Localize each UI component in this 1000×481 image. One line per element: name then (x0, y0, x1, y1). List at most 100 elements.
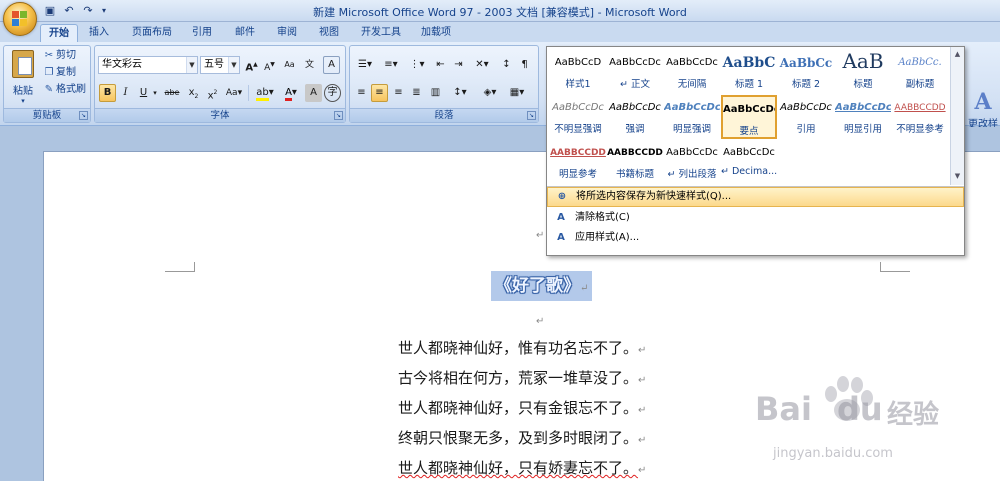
style-item[interactable]: AaBbCc 标题 2 (778, 50, 834, 94)
chevron-down-icon[interactable]: ▾ (150, 84, 160, 102)
style-item[interactable]: AaBbCcDc ↵ 正文 (607, 50, 663, 94)
align-center-icon[interactable]: ≡ (371, 84, 388, 102)
paste-button[interactable]: 粘贴 ▾ (8, 48, 38, 106)
tab-addins[interactable]: 加载项 (414, 24, 458, 42)
style-item-selected[interactable]: AaBbCcDc 要点 (721, 95, 777, 139)
style-name: 样式1 (565, 79, 591, 90)
tab-view[interactable]: 视图 (312, 24, 346, 42)
poem-line-text: 世人都晓神仙好，惟有功名忘不了。 (398, 339, 639, 357)
grow-font-icon[interactable]: A▲ (243, 56, 260, 74)
style-item[interactable]: AABBCCDD 书籍标题 (607, 140, 663, 184)
sort-icon[interactable]: ↕ (498, 56, 515, 74)
style-name: 不明显强调 (554, 124, 602, 135)
strikethrough-icon[interactable]: abe (162, 84, 182, 102)
paragraph-mark: ↵ (536, 316, 545, 327)
subscript-icon[interactable]: x2 (185, 84, 202, 102)
poem-line[interactable]: 古今将相在何方，荒冢一堆草没了。↵ (398, 367, 646, 388)
style-item[interactable]: AaBbCcD 样式1 (550, 50, 606, 94)
style-item[interactable]: AaBbCcDc 明显强调 (664, 95, 720, 139)
save-quick-style-menu-item[interactable]: ⊕ 将所选内容保存为新快速样式(Q)... (547, 187, 964, 207)
style-preview: AABBCCDD (607, 148, 663, 158)
style-item[interactable]: AaBbC 标题 1 (721, 50, 777, 94)
cut-button[interactable]: ✂ 剪切 (42, 48, 76, 64)
justify-icon[interactable]: ≣ (408, 84, 425, 102)
decrease-indent-icon[interactable]: ⇤ (432, 56, 449, 74)
align-right-icon[interactable]: ≡ (390, 84, 407, 102)
poem-line[interactable]: 世人都晓神仙好，只有金银忘不了。↵ (398, 397, 646, 418)
font-name-combo[interactable]: 华文彩云 ▼ (98, 56, 198, 74)
paragraph-group-label: 段落 (350, 108, 538, 122)
bold-icon[interactable]: B (99, 84, 116, 102)
style-item[interactable]: AABBCCDD 不明显参考 (892, 95, 948, 139)
bullets-icon[interactable]: ☰▾ (353, 56, 377, 74)
poem-line[interactable]: 世人都晓神仙好，只有娇妻忘不了。↵ (398, 457, 646, 478)
paragraph-mark: ↵ (638, 405, 647, 416)
align-left-icon[interactable]: ≡ (353, 84, 370, 102)
superscript-icon[interactable]: x2 (204, 84, 221, 102)
copy-button[interactable]: ❐ 复制 (42, 65, 76, 81)
style-item[interactable]: AaBbCcDc 引用 (778, 95, 834, 139)
style-preview: AaBbCcDc (664, 102, 720, 113)
borders-icon[interactable]: ▦▾ (505, 84, 529, 102)
paragraph-mark: ↵ (638, 435, 647, 446)
enclose-characters-icon[interactable]: 字 (324, 84, 341, 102)
tab-developer[interactable]: 开发工具 (355, 24, 407, 42)
poem-line[interactable]: 终朝只恨聚无多，及到多时眼闭了。↵ (398, 427, 646, 448)
clipboard-launcher-icon[interactable]: ↘ (79, 111, 88, 120)
font-size-combo[interactable]: 五号 ▼ (200, 56, 240, 74)
tab-home[interactable]: 开始 (40, 24, 78, 42)
format-painter-button[interactable]: ✎ 格式刷 (42, 82, 86, 98)
poem-line-text: 古今将相在何方，荒冢一堆草没了。 (398, 369, 639, 387)
style-item[interactable]: AaBbCcDc ↵ 列出段落 (664, 140, 720, 184)
style-item[interactable]: AaBbCcDc 明显引用 (835, 95, 891, 139)
character-shading-icon[interactable]: A (305, 84, 322, 102)
style-preview: AaBbCcDc (666, 57, 718, 68)
style-item[interactable]: AaBbCcDc 强调 (607, 95, 663, 139)
show-marks-icon[interactable]: ¶ (516, 56, 533, 74)
style-item[interactable]: AaBbCc. 副标题 (892, 50, 948, 94)
office-button[interactable] (3, 2, 37, 36)
multilevel-list-icon[interactable]: ⋮▾ (405, 56, 429, 74)
font-launcher-icon[interactable]: ↘ (334, 111, 343, 120)
font-color-icon[interactable]: A▾ (279, 84, 303, 102)
distributed-icon[interactable]: ▥ (427, 84, 444, 102)
style-item[interactable]: AABBCCDD 明显参考 (550, 140, 606, 184)
poem-line[interactable]: 世人都晓神仙好，惟有功名忘不了。↵ (398, 337, 646, 358)
document-title[interactable]: 《好了歌》↵ (491, 271, 593, 301)
highlight-icon[interactable]: ab▾ (253, 84, 277, 102)
margin-corner-mark (165, 262, 195, 272)
numbering-icon[interactable]: ≡▾ (379, 56, 403, 74)
shrink-font-icon[interactable]: A▼ (261, 56, 278, 74)
tab-page-layout[interactable]: 页面布局 (126, 24, 178, 42)
apply-styles-menu-item[interactable]: A 应用样式(A)... (547, 228, 964, 248)
style-preview: AaBbCc (779, 56, 833, 70)
scroll-track[interactable] (951, 61, 964, 169)
character-border-icon[interactable]: A (323, 56, 340, 74)
baidu-watermark: Bai du 经验 jingyan.baidu.com (755, 370, 995, 480)
chinese-layout-icon[interactable]: ✕▾ (470, 56, 494, 74)
style-item[interactable]: AaBbCcDc 不明显强调 (550, 95, 606, 139)
increase-indent-icon[interactable]: ⇥ (450, 56, 467, 74)
line-spacing-icon[interactable]: ↕▾ (448, 84, 472, 102)
change-case-icon[interactable]: Aa▾ (223, 84, 245, 102)
style-preview: AABBCCDD (550, 148, 606, 158)
style-item[interactable]: AaBbCcDc 无间隔 (664, 50, 720, 94)
tab-insert[interactable]: 插入 (82, 24, 116, 42)
clear-formatting-menu-item[interactable]: A 清除格式(C) (547, 208, 964, 228)
gallery-scrollbar[interactable]: ▲ ▼ (950, 47, 964, 185)
scroll-down-icon[interactable]: ▼ (951, 169, 964, 183)
shading-icon[interactable]: ◈▾ (478, 84, 502, 102)
tab-review[interactable]: 审阅 (270, 24, 304, 42)
style-item[interactable]: AaBbCcDc ↵ Decima... (721, 140, 777, 184)
phonetic-guide-icon[interactable]: 文 (301, 56, 318, 74)
watermark-brand: Bai (755, 390, 812, 428)
format-painter-label: 格式刷 (56, 84, 86, 95)
style-name: 标题 2 (791, 79, 821, 90)
italic-icon[interactable]: I (117, 84, 134, 102)
paragraph-launcher-icon[interactable]: ↘ (527, 111, 536, 120)
tab-references[interactable]: 引用 (185, 24, 219, 42)
clear-formatting-icon[interactable]: Aa (281, 56, 298, 74)
scroll-up-icon[interactable]: ▲ (951, 47, 964, 61)
style-item[interactable]: AaB 标题 (835, 50, 891, 94)
tab-mailings[interactable]: 邮件 (228, 24, 262, 42)
